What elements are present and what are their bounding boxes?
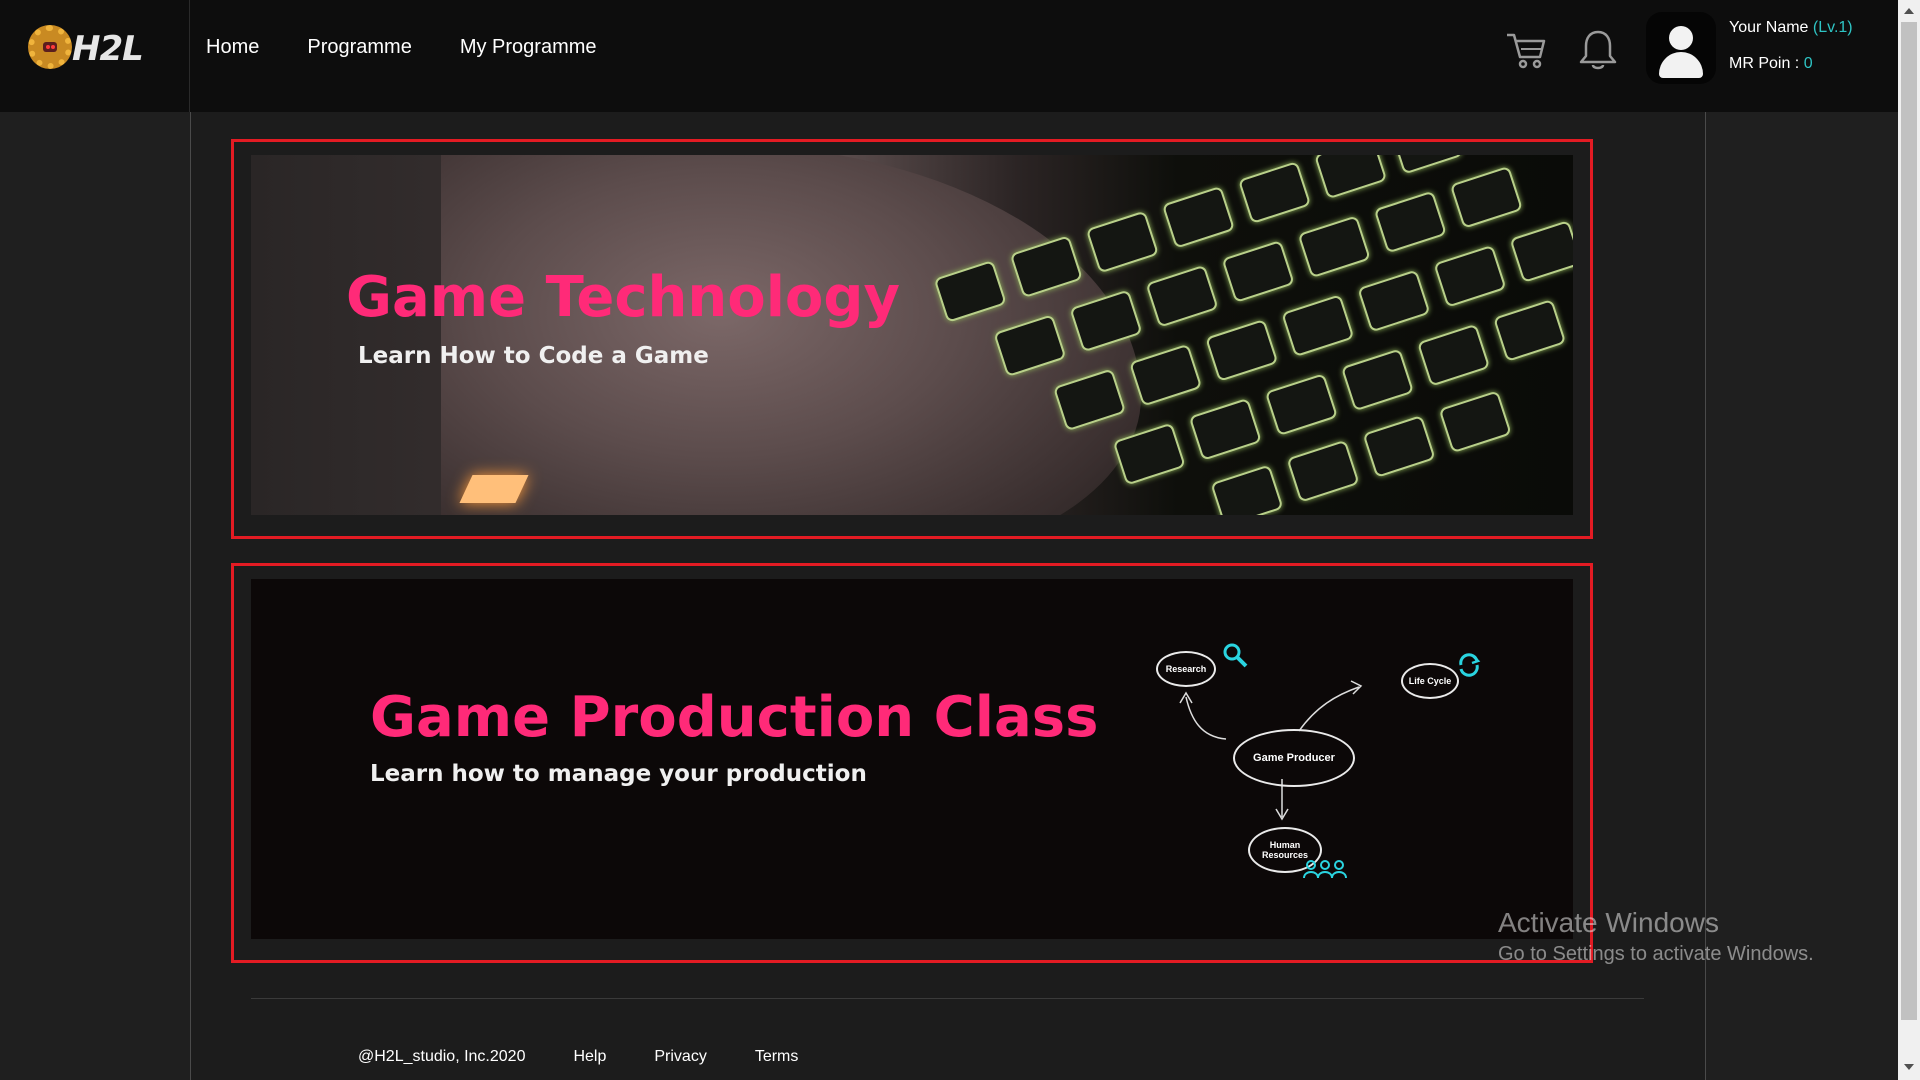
producer-diagram: Research Game Producer Life Cycle Human … xyxy=(1131,619,1491,899)
watermark-title: Activate Windows xyxy=(1498,907,1719,938)
programme-title: Game Production Class xyxy=(370,685,1099,750)
cycle-icon xyxy=(1459,653,1481,677)
nav-programme[interactable]: Programme xyxy=(307,36,411,59)
scrollbar-thumb[interactable] xyxy=(1901,22,1917,1020)
footer-copyright: @H2L_studio, Inc.2020 xyxy=(358,1048,526,1065)
footer: @H2L_studio, Inc.2020 Help Privacy Terms xyxy=(358,1048,798,1066)
people-icon xyxy=(1303,860,1347,879)
activate-windows-watermark: Activate Windows Go to Settings to activ… xyxy=(1498,907,1814,966)
nav-my-programme[interactable]: My Programme xyxy=(460,36,597,59)
top-navbar: H2L Home Programme My Programme Your Nam… xyxy=(0,0,1898,112)
footer-link-privacy[interactable]: Privacy xyxy=(654,1048,706,1066)
main-nav: Home Programme My Programme xyxy=(206,36,597,59)
programme-title: Game Technology xyxy=(346,265,900,330)
user-points-line: MR Poin : 0 xyxy=(1729,55,1813,73)
footer-link-terms[interactable]: Terms xyxy=(755,1048,799,1066)
points-label: MR Poin : xyxy=(1729,55,1800,72)
bell-icon[interactable] xyxy=(1578,28,1618,72)
user-name: Your Name xyxy=(1729,19,1809,36)
navbar-divider xyxy=(189,0,190,112)
watermark-subtitle: Go to Settings to activate Windows. xyxy=(1498,943,1814,965)
points-value: 0 xyxy=(1803,55,1813,72)
footer-link-help[interactable]: Help xyxy=(573,1048,606,1066)
logo-text: H2L xyxy=(72,29,144,69)
footer-divider xyxy=(251,998,1644,999)
game-technology-banner: Game Technology Learn How to Code a Game xyxy=(251,155,1573,515)
content-border-left xyxy=(190,112,191,1080)
user-level: (Lv.1) xyxy=(1812,19,1853,36)
diagram-node-life-cycle: Life Cycle xyxy=(1401,663,1459,699)
programme-card-game-technology[interactable]: Game Technology Learn How to Code a Game xyxy=(231,139,1593,539)
programme-card-game-production[interactable]: Game Production Class Learn how to manag… xyxy=(231,563,1593,963)
gear-logo-icon xyxy=(28,25,72,69)
diagram-node-research: Research xyxy=(1156,651,1216,687)
user-name-line[interactable]: Your Name (Lv.1) xyxy=(1729,19,1853,37)
user-avatar-icon[interactable] xyxy=(1646,12,1716,84)
game-production-banner: Game Production Class Learn how to manag… xyxy=(251,579,1573,939)
programme-subtitle: Learn how to manage your production xyxy=(370,761,867,787)
vertical-scrollbar[interactable] xyxy=(1898,0,1920,1080)
magnifier-icon xyxy=(1223,643,1248,668)
h2l-logo[interactable]: H2L xyxy=(28,25,144,71)
scroll-down-arrow-icon[interactable] xyxy=(1904,1064,1914,1070)
nav-home[interactable]: Home xyxy=(206,36,259,59)
programme-subtitle: Learn How to Code a Game xyxy=(358,343,709,369)
scroll-up-arrow-icon[interactable] xyxy=(1904,8,1914,14)
diagram-node-game-producer: Game Producer xyxy=(1233,729,1355,787)
cart-icon[interactable] xyxy=(1505,30,1547,70)
